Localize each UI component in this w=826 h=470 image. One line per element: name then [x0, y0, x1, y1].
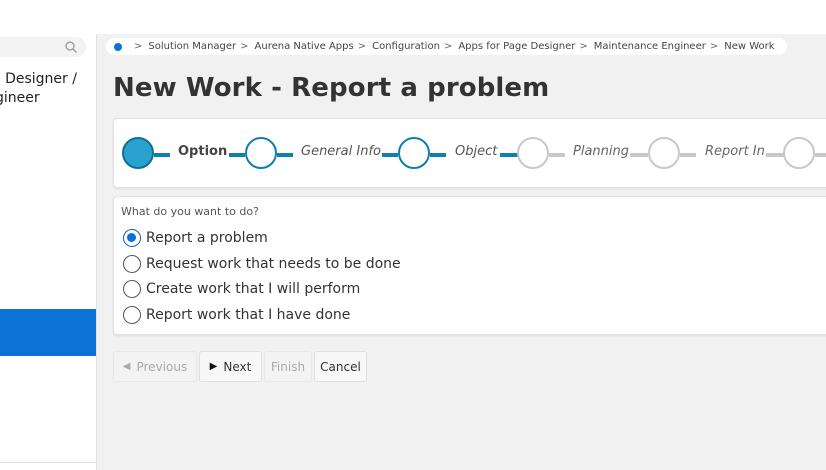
sidebar-path-line-2: gineer	[0, 90, 40, 106]
search-icon[interactable]	[64, 40, 78, 54]
option-request-work-label[interactable]: Request work that needs to be done	[146, 256, 401, 272]
cancel-button-label: Cancel	[320, 359, 361, 374]
step-general-info-circle[interactable]	[245, 137, 277, 169]
next-button-label: Next	[223, 359, 252, 374]
previous-button[interactable]: ◀ Previous	[113, 351, 197, 382]
breadcrumb-separator: >	[357, 41, 367, 52]
step-report-in-circle[interactable]	[648, 137, 680, 169]
finish-button-label: Finish	[270, 359, 306, 374]
option-report-problem-label[interactable]: Report a problem	[146, 230, 268, 246]
step-connector	[766, 153, 784, 157]
top-bar	[0, 0, 826, 34]
breadcrumb-separator: >	[443, 41, 453, 52]
radio-request-work[interactable]	[123, 255, 141, 273]
radio-report-done-work[interactable]	[123, 306, 141, 324]
step-report-in-label[interactable]: Report In	[705, 144, 765, 159]
step-next-circle[interactable]	[783, 137, 815, 169]
page-title: New Work - Report a problem	[113, 73, 550, 103]
step-object-circle[interactable]	[398, 137, 430, 169]
sidebar-search-input[interactable]	[0, 37, 86, 57]
step-planning-label[interactable]: Planning	[573, 144, 629, 159]
breadcrumb-item-aurena-native-apps[interactable]: Aurena Native Apps	[255, 41, 354, 52]
triangle-left-icon: ◀	[122, 361, 131, 372]
step-connector	[430, 153, 446, 157]
step-connector	[680, 153, 696, 157]
option-report-done-work-label[interactable]: Report work that I have done	[146, 307, 350, 323]
option-create-work[interactable]: Create work that I will perform	[123, 279, 360, 299]
triangle-right-icon: ▶	[209, 361, 218, 372]
breadcrumb-item-solution-manager[interactable]: Solution Manager	[148, 41, 236, 52]
work-type-options: What do you want to do? Report a problem…	[113, 196, 826, 335]
breadcrumb-separator: >	[579, 41, 588, 52]
step-connector	[382, 153, 398, 157]
option-report-done-work[interactable]: Report work that I have done	[123, 305, 350, 325]
step-connector	[154, 153, 170, 157]
breadcrumb-item-maintenance-engineer[interactable]: Maintenance Engineer	[594, 41, 706, 52]
breadcrumb-separator: >	[709, 41, 719, 52]
breadcrumb-item-configuration[interactable]: Configuration	[372, 41, 440, 52]
sidebar-selected-item[interactable]	[0, 309, 96, 356]
home-icon[interactable]	[114, 42, 122, 51]
finish-button[interactable]: Finish	[264, 351, 312, 382]
step-option-circle[interactable]	[122, 137, 154, 169]
cancel-button[interactable]: Cancel	[314, 351, 367, 382]
option-create-work-label[interactable]: Create work that I will perform	[146, 281, 360, 297]
radio-report-problem[interactable]	[123, 229, 141, 247]
wizard-steps: Option General Info Object Planning Repo…	[113, 118, 826, 188]
navigation-sidebar: e Designer / gineer	[0, 34, 97, 470]
breadcrumb-item-apps-for-page-designer[interactable]: Apps for Page Designer	[458, 41, 575, 52]
sidebar-navigation-path: e Designer / gineer	[0, 70, 96, 108]
breadcrumb-separator: >	[240, 41, 249, 52]
step-option-label[interactable]: Option	[178, 144, 227, 159]
step-object-label[interactable]: Object	[455, 144, 497, 159]
step-connector	[630, 153, 648, 157]
step-connector	[500, 153, 518, 157]
step-connector	[815, 153, 826, 157]
option-report-problem[interactable]: Report a problem	[123, 228, 268, 248]
breadcrumb: > Solution Manager > Aurena Native Apps …	[106, 38, 787, 55]
step-planning-circle[interactable]	[517, 137, 549, 169]
step-connector	[229, 153, 245, 157]
previous-button-label: Previous	[136, 359, 188, 374]
step-connector	[277, 153, 293, 157]
question-label: What do you want to do?	[121, 205, 259, 218]
breadcrumb-separator: >	[134, 41, 143, 52]
sidebar-divider	[0, 462, 96, 463]
next-button[interactable]: ▶ Next	[199, 351, 262, 382]
radio-create-work[interactable]	[123, 280, 141, 298]
step-general-info-label[interactable]: General Info	[301, 144, 381, 159]
step-connector	[549, 153, 565, 157]
sidebar-path-line-1: e Designer /	[0, 71, 77, 87]
breadcrumb-item-new-work: New Work	[724, 41, 775, 52]
option-request-work[interactable]: Request work that needs to be done	[123, 254, 401, 274]
